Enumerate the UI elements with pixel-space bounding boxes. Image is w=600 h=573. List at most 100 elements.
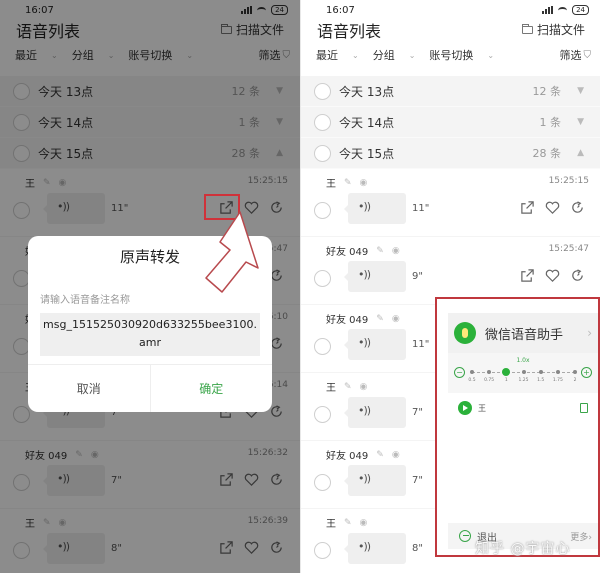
filter-account-switch[interactable]: 账号切换 ⌄ (429, 47, 494, 63)
voice-name-input[interactable]: msg_151525030920d633255bee3100.amr (40, 313, 260, 356)
eye-icon[interactable]: ◉ (360, 178, 368, 188)
edit-icon[interactable]: ✎ (376, 450, 384, 460)
speed-current: 1.0x (516, 357, 530, 364)
voice-message-row: 好友 049 ✎ ◉ 15:25:47 •)) 9" (301, 237, 600, 305)
voice-duration: 9" (412, 271, 423, 282)
app-header: 语音列表 扫描文件 (301, 18, 600, 42)
wifi-icon (558, 6, 568, 14)
edit-icon[interactable]: ✎ (376, 314, 384, 324)
voice-duration: 11" (412, 203, 430, 214)
favorite-heart-icon[interactable] (544, 267, 560, 283)
scan-files-button[interactable]: 扫描文件 (521, 21, 585, 38)
assistant-header[interactable]: 微信语音助手 › (448, 313, 598, 353)
share-icon[interactable] (519, 199, 535, 215)
speed-labels: 0.5 0.75 1 1.25 1.5 1.75 2 (468, 378, 576, 386)
play-icon[interactable] (458, 401, 472, 415)
select-radio[interactable] (314, 202, 331, 219)
group-count: 28 条 (532, 147, 562, 160)
redo-icon[interactable] (569, 199, 585, 215)
eye-icon[interactable]: ◉ (392, 314, 400, 324)
voice-duration: 7" (412, 475, 423, 486)
caret-up-icon[interactable]: ▲ (577, 148, 584, 158)
signal-icon (542, 6, 554, 14)
eye-icon[interactable]: ◉ (392, 450, 400, 460)
voice-wave-icon: •)) (358, 404, 371, 417)
playing-name: 王 (478, 403, 486, 413)
group-row[interactable]: 今天 15点 28 条 ▲ (301, 138, 600, 169)
select-radio[interactable] (314, 406, 331, 423)
voice-duration: 7" (412, 407, 423, 418)
eye-icon[interactable]: ◉ (392, 246, 400, 256)
chevron-down-icon: ⌄ (408, 50, 416, 60)
voice-bubble[interactable]: •)) (344, 261, 406, 292)
group-label: 今天 14点 (339, 115, 395, 130)
group-row[interactable]: 今天 14点 1 条 ▼ (301, 107, 600, 138)
eye-icon[interactable]: ◉ (360, 382, 368, 392)
microphone-icon (454, 322, 476, 344)
select-radio[interactable] (314, 474, 331, 491)
select-radio[interactable] (314, 144, 331, 162)
chevron-down-icon: ⌄ (352, 50, 359, 60)
status-time: 16:07 (326, 5, 355, 16)
speed-slider[interactable] (470, 368, 577, 376)
edit-icon[interactable]: ✎ (376, 246, 384, 256)
watermark: 知乎 @宇宙心 (475, 541, 571, 557)
screen-left-forward-dialog: 16:07 24 语音列表 扫描文件 最近 ⌄ 分组 ⌄ 账号切换 ⌄ 筛选 ⛉ 今天 … (0, 0, 300, 573)
sender-name: 好友 049 (326, 451, 369, 462)
speed-tick[interactable] (487, 370, 492, 374)
message-time: 15:25:15 (548, 176, 589, 186)
speed-tick[interactable] (555, 370, 560, 374)
redo-icon[interactable] (569, 267, 585, 283)
filter-recent[interactable]: 最近 ⌄ (316, 47, 359, 63)
voice-bubble[interactable]: •)) (344, 397, 406, 428)
speed-tick[interactable] (538, 370, 543, 374)
speed-tick-label: 0.5 (468, 378, 476, 383)
sender-name: 好友 049 (326, 247, 369, 258)
voice-bubble[interactable]: •)) (344, 465, 406, 496)
edit-icon[interactable]: ✎ (344, 178, 352, 188)
speed-increase-button[interactable]: + (581, 367, 592, 378)
folder-icon (521, 23, 533, 34)
filter-group[interactable]: 分组 ⌄ (373, 47, 416, 63)
confirm-button[interactable]: 确定 (149, 365, 273, 412)
caret-down-icon[interactable]: ▼ (577, 117, 584, 127)
speed-decrease-button[interactable]: − (454, 367, 465, 378)
group-label: 今天 15点 (339, 146, 395, 161)
group-row[interactable]: 今天 13点 12 条 ▼ (301, 76, 600, 107)
voice-bubble[interactable]: •)) (344, 329, 406, 360)
select-radio[interactable] (314, 113, 331, 131)
assistant-highlight-frame: 微信语音助手 › 1.0x − 0.5 0.75 1 1.25 1.5 1.75 2 + 王… (435, 297, 600, 557)
sender-name: 王 (326, 179, 336, 190)
edit-icon[interactable]: ✎ (344, 382, 352, 392)
more-button[interactable]: 更多› (570, 530, 592, 543)
speed-tick[interactable] (521, 370, 526, 374)
select-radio[interactable] (314, 270, 331, 287)
voice-bubble[interactable]: •)) (344, 193, 406, 224)
select-radio[interactable] (314, 82, 331, 100)
favorite-heart-icon[interactable] (544, 199, 560, 215)
group-label: 今天 13点 (339, 84, 395, 99)
edit-icon[interactable]: ✎ (344, 518, 352, 528)
voice-bubble[interactable]: •)) (344, 533, 406, 564)
share-icon[interactable] (519, 267, 535, 283)
voice-wave-icon: •)) (358, 336, 371, 349)
speed-tick[interactable] (470, 370, 474, 374)
speed-tick-label: 1.75 (552, 378, 563, 383)
speed-tick-label: 1.25 (518, 378, 529, 383)
annotation-arrow-icon (205, 211, 259, 293)
eye-icon[interactable]: ◉ (360, 518, 368, 528)
caret-down-icon[interactable]: ▼ (577, 86, 584, 96)
voice-assistant-panel: 微信语音助手 › 1.0x − 0.5 0.75 1 1.25 1.5 1.75 2 + 王… (448, 307, 598, 552)
assistant-title: 微信语音助手 (485, 327, 564, 343)
cancel-button[interactable]: 取消 (28, 365, 150, 412)
speed-handle[interactable] (502, 368, 511, 376)
select-radio[interactable] (314, 338, 331, 355)
voice-duration: 8" (412, 543, 423, 554)
speed-tick[interactable] (573, 370, 577, 374)
voice-wave-icon: •)) (358, 200, 371, 213)
select-radio[interactable] (314, 542, 331, 559)
exit-icon (459, 530, 471, 542)
filter-button[interactable]: 筛选 ⛉ (560, 47, 592, 63)
speed-tick-label: 1 (504, 378, 508, 383)
trash-icon[interactable] (580, 403, 588, 413)
